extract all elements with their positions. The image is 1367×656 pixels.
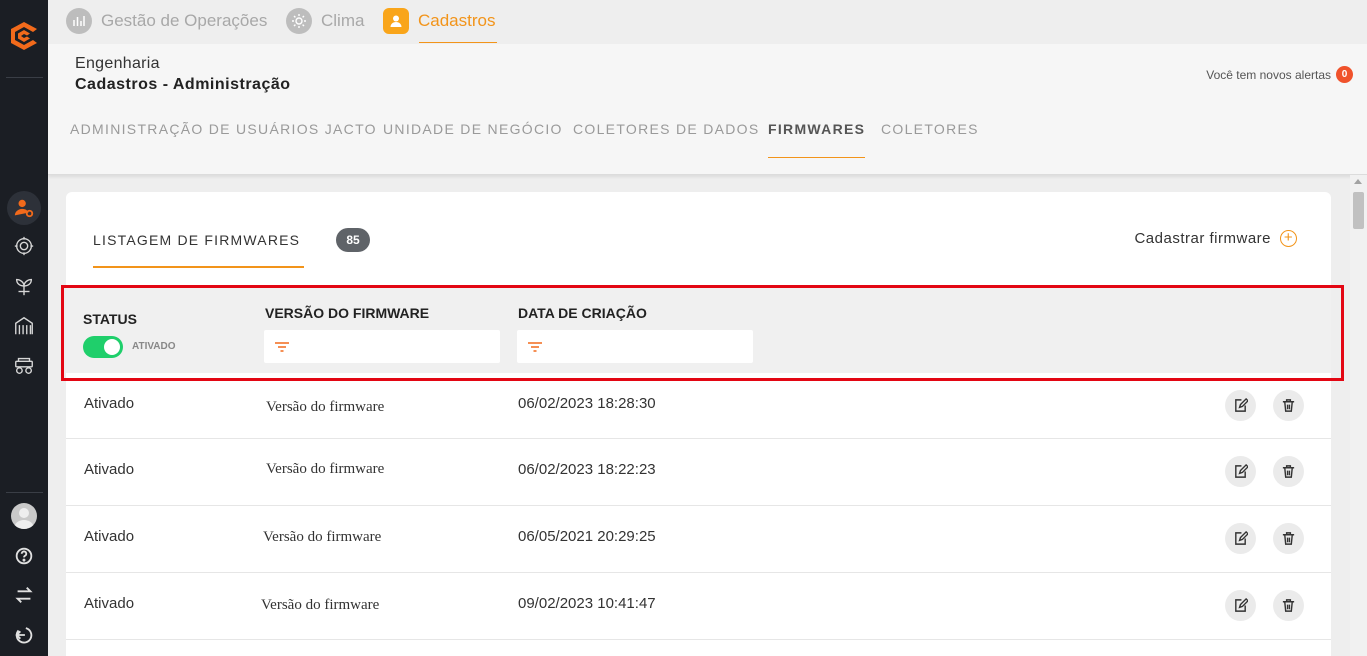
edit-icon (1235, 531, 1248, 545)
column-header-data-criacao: DATA DE CRIAÇÃO (518, 305, 647, 321)
delete-button[interactable] (1273, 456, 1304, 487)
table-header-filters: STATUS ATIVADO VERSÃO DO FIRMWARE DATA D… (66, 286, 1331, 373)
alerts-count-badge: 0 (1336, 66, 1353, 83)
app-switcher-bar: Gestão de Operações Clima Cadastros (48, 0, 1367, 44)
plant-icon[interactable] (10, 272, 38, 300)
delete-button[interactable] (1273, 590, 1304, 621)
trash-icon (1282, 465, 1295, 478)
status-toggle-label: ATIVADO (132, 341, 176, 352)
cadastrar-firmware-label: Cadastrar firmware (1134, 230, 1271, 247)
filter-icon (528, 341, 542, 352)
edit-button[interactable] (1225, 456, 1256, 487)
delete-button[interactable] (1273, 390, 1304, 421)
row-version: Versão do firmware (261, 597, 380, 613)
logout-icon[interactable] (10, 621, 38, 649)
table-row: Ativado Versão do firmware 09/02/2023 10… (66, 573, 1331, 640)
table-row: Ativado Versão do firmware 06/02/2023 18… (66, 439, 1331, 506)
edit-icon (1235, 398, 1248, 412)
app-tab-label: Cadastros (418, 11, 496, 30)
column-header-versao: VERSÃO DO FIRMWARE (265, 305, 430, 321)
sun-icon (286, 8, 312, 34)
chart-icon (66, 8, 92, 34)
user-settings-icon[interactable] (7, 191, 41, 225)
delete-button[interactable] (1273, 523, 1304, 554)
row-status: Ativado (84, 528, 135, 545)
active-tab-indicator (768, 157, 866, 158)
sidebar-divider (6, 77, 43, 78)
user-icon (383, 8, 409, 34)
row-status: Ativado (84, 595, 135, 612)
swap-icon[interactable] (10, 581, 38, 609)
column-header-status: STATUS (83, 311, 137, 327)
active-tab-indicator (419, 42, 498, 43)
status-toggle[interactable] (83, 336, 123, 358)
silo-icon[interactable] (10, 312, 38, 340)
logo-icon[interactable] (6, 18, 42, 54)
alerts-text: Você tem novos alertas (1206, 67, 1331, 82)
active-tab-indicator (93, 266, 304, 268)
help-icon[interactable] (10, 542, 38, 570)
row-version: Versão do firmware (266, 399, 385, 415)
tab-coletores[interactable]: COLETORES (881, 121, 979, 137)
breadcrumb-parent: Engenharia (75, 55, 160, 72)
filter-icon (275, 341, 289, 352)
trash-icon (1282, 599, 1295, 612)
row-created: 06/05/2021 20:29:25 (518, 528, 656, 545)
row-created: 06/02/2023 18:28:30 (518, 395, 656, 412)
scrollbar[interactable] (1350, 175, 1367, 656)
table-row: Ativado Versão do firmware 06/05/2021 20… (66, 506, 1331, 573)
date-filter-input[interactable] (517, 330, 753, 363)
edit-button[interactable] (1225, 523, 1256, 554)
app-tab-gestao-operacoes[interactable]: Gestão de Operações (66, 8, 267, 44)
toggle-knob (104, 339, 120, 355)
tab-coletores-dados[interactable]: COLETORES DE DADOS (573, 121, 760, 137)
sidebar (0, 0, 48, 656)
trash-icon (1282, 532, 1295, 545)
tab-administracao-usuarios[interactable]: ADMINISTRAÇÃO DE USUÁRIOS JACTO (70, 121, 377, 137)
app-tab-label: Clima (321, 11, 365, 30)
row-version: Versão do firmware (266, 461, 385, 477)
scrollbar-thumb[interactable] (1353, 192, 1364, 229)
trash-icon (1282, 399, 1295, 412)
tab-firmwares-label: FIRMWARES (768, 121, 866, 137)
app-tab-cadastros[interactable]: Cadastros (383, 8, 498, 44)
row-version: Versão do firmware (263, 529, 382, 545)
tab-listagem-firmwares[interactable]: LISTAGEM DE FIRMWARES (93, 232, 300, 248)
tab-unidade-negocio[interactable]: UNIDADE DE NEGÓCIO (383, 121, 563, 137)
sidebar-divider (6, 492, 43, 493)
edit-button[interactable] (1225, 590, 1256, 621)
row-created: 06/02/2023 18:22:23 (518, 461, 656, 478)
gear-network-icon[interactable] (10, 232, 38, 260)
edit-icon (1235, 598, 1248, 612)
firmware-count-badge: 85 (336, 228, 370, 252)
scroll-up-arrow-icon[interactable] (1354, 179, 1362, 184)
app-tab-label: Gestão de Operações (101, 11, 268, 30)
firmware-list-card: LISTAGEM DE FIRMWARES 85 Cadastrar firmw… (66, 192, 1331, 656)
page-header: Engenharia Cadastros - Administração Voc… (48, 44, 1367, 175)
table-row: Ativado Versão do firmware 06/02/2023 18… (66, 373, 1331, 439)
edit-button[interactable] (1225, 390, 1256, 421)
row-created: 09/02/2023 10:41:47 (518, 595, 656, 612)
app-tab-clima[interactable]: Clima (286, 8, 364, 44)
edit-icon (1235, 464, 1248, 478)
page-title: Cadastros - Administração (75, 76, 291, 93)
cadastrar-firmware-button[interactable]: Cadastrar firmware + (1134, 230, 1297, 247)
plus-circle-icon: + (1280, 230, 1297, 247)
tractor-icon[interactable] (10, 351, 38, 379)
alerts-notice[interactable]: Você tem novos alertas 0 (1206, 66, 1353, 83)
tab-firmwares[interactable]: FIRMWARES (768, 121, 866, 158)
avatar[interactable] (11, 503, 37, 529)
version-filter-input[interactable] (264, 330, 500, 363)
row-status: Ativado (84, 395, 135, 412)
row-status: Ativado (84, 461, 135, 478)
